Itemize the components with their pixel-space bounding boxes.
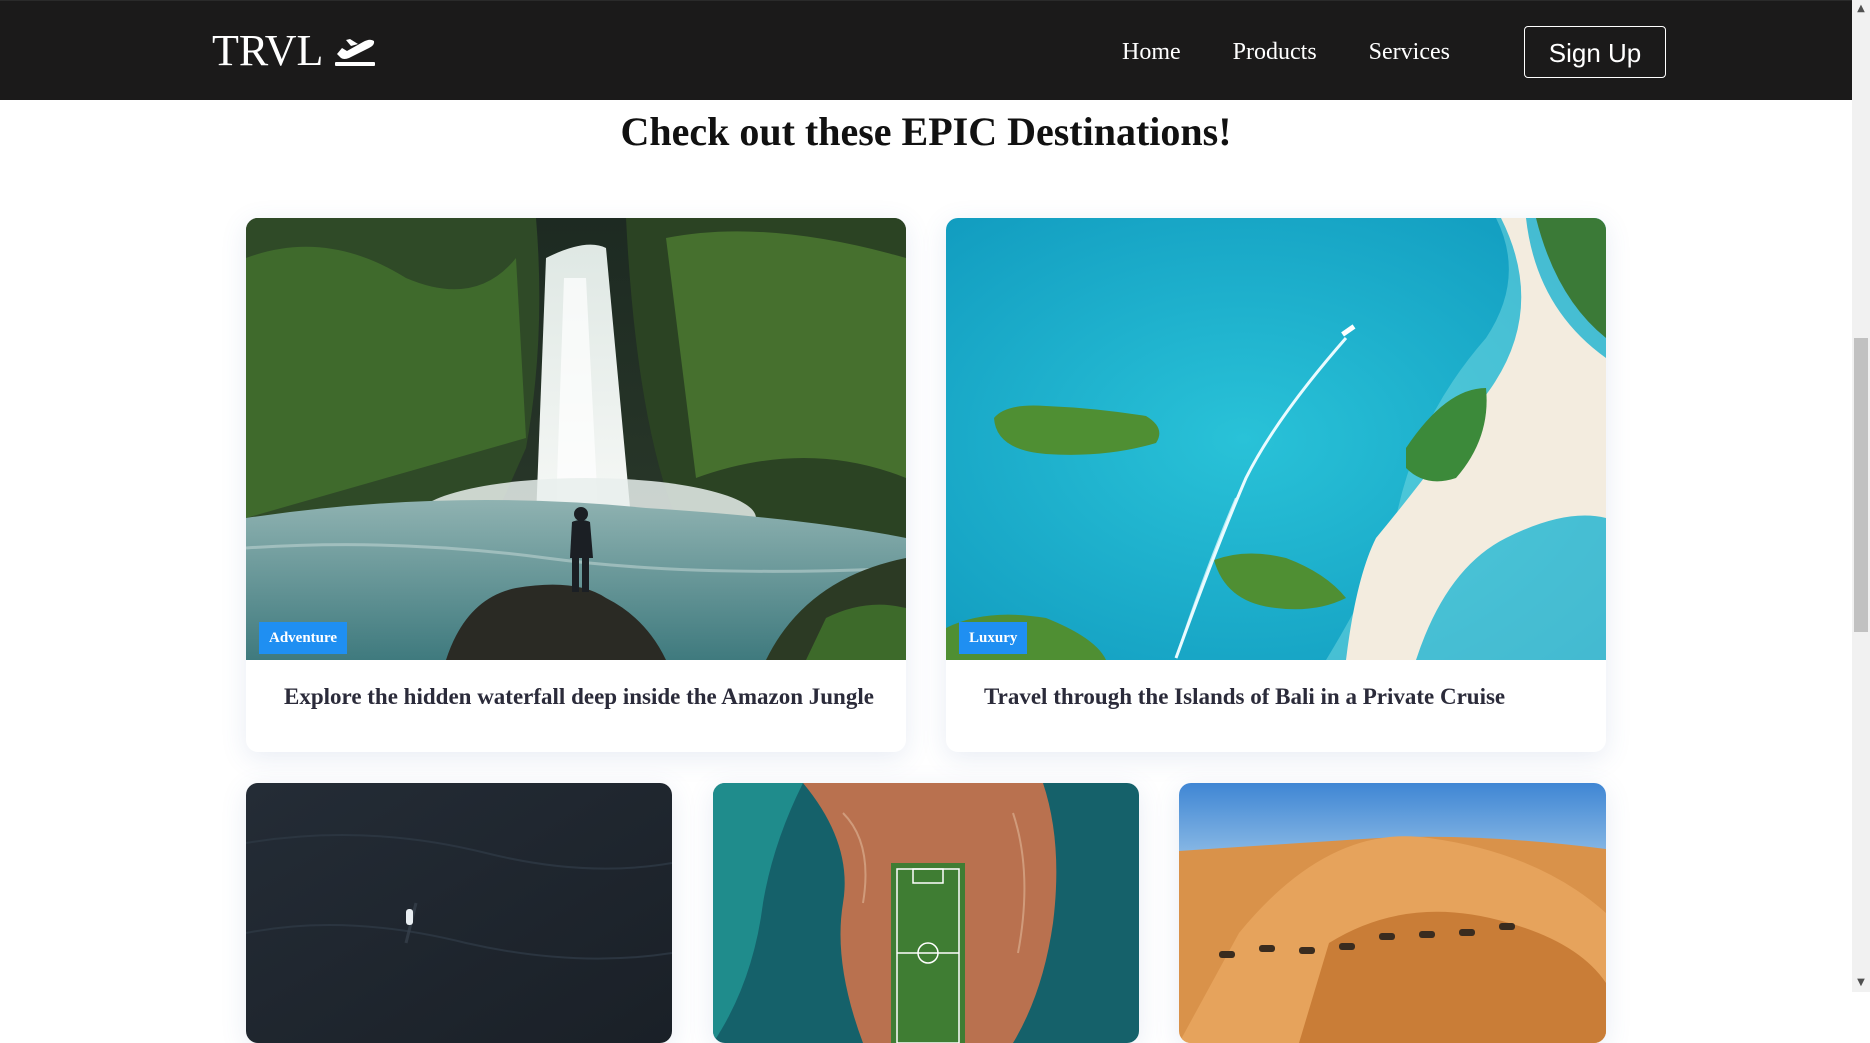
nav-link-products[interactable]: Products	[1233, 37, 1317, 67]
island-football-field-photo	[713, 783, 1139, 1043]
category-tag: Adventure	[259, 622, 348, 654]
scroll-down-arrow-icon[interactable]: ▼	[1852, 974, 1870, 992]
section-heading: Check out these EPIC Destinations!	[620, 109, 1232, 154]
logo[interactable]: TRVL	[212, 27, 377, 75]
scroll-up-arrow-icon[interactable]: ▲	[1852, 0, 1870, 18]
signup-button[interactable]: Sign Up	[1524, 26, 1666, 78]
card-title: Travel through the Islands of Bali in a …	[984, 684, 1506, 709]
waterfall-photo	[246, 218, 906, 660]
destination-card-island-field[interactable]	[713, 783, 1139, 1043]
page-scrollbar[interactable]: ▲ ▼	[1852, 0, 1870, 992]
navbar: TRVL Home Products Services Sign Up	[0, 0, 1852, 100]
nav-link-home[interactable]: Home	[1122, 37, 1181, 67]
destination-card-desert[interactable]	[1179, 783, 1606, 1043]
nav-link-services[interactable]: Services	[1369, 37, 1450, 67]
category-tag: Luxury	[959, 622, 1028, 654]
airplane-takeoff-icon	[333, 34, 377, 68]
destination-card-amazon[interactable]: Adventure Explore the hidden waterfall d…	[246, 218, 906, 752]
aerial-islands-photo	[946, 218, 1606, 660]
destination-card-bali[interactable]: Luxury Travel through the Islands of Bal…	[946, 218, 1606, 752]
logo-text: TRVL	[212, 26, 324, 75]
scroll-thumb[interactable]	[1854, 338, 1868, 632]
destination-card-ocean[interactable]	[246, 783, 672, 1043]
nav-links: Home Products Services	[1122, 37, 1502, 67]
desert-camels-photo	[1179, 783, 1606, 1043]
card-title: Explore the hidden waterfall deep inside…	[284, 684, 874, 709]
dark-ocean-boat-photo	[246, 783, 672, 1043]
